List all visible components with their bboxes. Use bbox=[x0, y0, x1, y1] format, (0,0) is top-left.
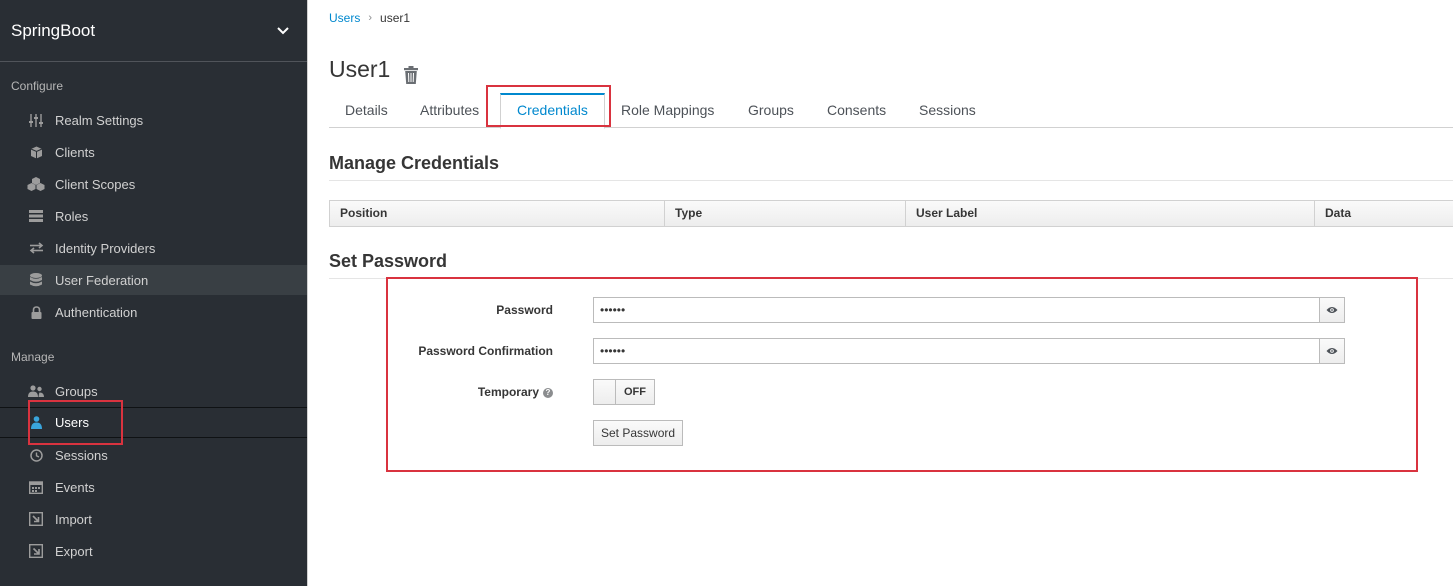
exchange-icon bbox=[27, 241, 45, 255]
section-title-manage: Manage bbox=[11, 350, 55, 364]
column-header-data[interactable]: Data bbox=[1315, 201, 1453, 226]
show-password-button[interactable] bbox=[1319, 297, 1345, 323]
sidebar-item-events[interactable]: Events bbox=[0, 472, 307, 502]
page-title-text: User1 bbox=[329, 56, 391, 82]
sidebar-item-clients[interactable]: Clients bbox=[0, 137, 307, 167]
password-confirmation-input[interactable]: •••••• bbox=[593, 338, 1320, 364]
cube-icon bbox=[27, 145, 45, 159]
toggle-state: OFF bbox=[616, 380, 654, 404]
breadcrumb-link-users[interactable]: Users bbox=[329, 11, 360, 25]
sidebar-item-sessions[interactable]: Sessions bbox=[0, 440, 307, 470]
realm-selector[interactable]: SpringBoot bbox=[0, 0, 307, 62]
sidebar-item-user-federation[interactable]: User Federation bbox=[0, 265, 307, 295]
breadcrumb-separator-icon: › bbox=[368, 12, 373, 24]
sidebar-item-label: Realm Settings bbox=[55, 112, 144, 128]
user-icon bbox=[27, 416, 45, 430]
sidebar-item-label: Users bbox=[55, 415, 89, 430]
sidebar-item-label: Authentication bbox=[55, 304, 138, 320]
sidebar-item-authentication[interactable]: Authentication bbox=[0, 297, 307, 327]
password-confirmation-label: Password Confirmation bbox=[418, 344, 553, 358]
sidebar-item-label: Clients bbox=[55, 144, 95, 160]
sidebar-item-label: Export bbox=[55, 543, 93, 559]
tab-groups[interactable]: Groups bbox=[732, 93, 810, 128]
trash-icon[interactable] bbox=[404, 63, 419, 84]
page-title: User1 bbox=[329, 56, 419, 84]
sidebar-item-label: Roles bbox=[55, 208, 89, 224]
calendar-icon bbox=[27, 480, 45, 494]
temporary-row: Temporary? OFF bbox=[308, 379, 1453, 405]
breadcrumb: Users › user1 bbox=[329, 11, 410, 25]
sidebar-item-roles[interactable]: Roles bbox=[0, 201, 307, 231]
sidebar-item-label: Sessions bbox=[55, 447, 108, 463]
realm-name: SpringBoot bbox=[11, 20, 96, 40]
sidebar-item-label: Client Scopes bbox=[55, 176, 136, 192]
import-icon bbox=[27, 512, 45, 526]
database-icon bbox=[27, 273, 45, 287]
tab-role-mappings[interactable]: Role Mappings bbox=[605, 93, 730, 128]
password-confirmation-row: Password Confirmation •••••• bbox=[308, 338, 1453, 364]
tab-details[interactable]: Details bbox=[329, 93, 404, 128]
toggle-knob bbox=[594, 380, 616, 404]
temporary-label-text: Temporary bbox=[477, 385, 539, 399]
sidebar-item-users[interactable]: Users bbox=[0, 407, 307, 438]
users-icon bbox=[27, 384, 45, 398]
tab-attributes[interactable]: Attributes bbox=[404, 93, 495, 128]
column-header-position[interactable]: Position bbox=[330, 201, 665, 226]
sidebar-item-export[interactable]: Export bbox=[0, 536, 307, 566]
chevron-down-icon bbox=[277, 24, 289, 38]
sidebar-item-import[interactable]: Import bbox=[0, 504, 307, 534]
set-password-button[interactable]: Set Password bbox=[593, 420, 684, 446]
lock-icon bbox=[27, 305, 45, 319]
sidebar-item-label: Groups bbox=[55, 383, 98, 399]
sidebar-item-realm-settings[interactable]: Realm Settings bbox=[0, 105, 307, 135]
cubes-icon bbox=[27, 177, 45, 191]
section-title-configure: Configure bbox=[11, 79, 64, 93]
clock-icon bbox=[27, 448, 45, 462]
help-icon[interactable]: ? bbox=[543, 387, 553, 398]
sidebar-item-client-scopes[interactable]: Client Scopes bbox=[0, 169, 307, 199]
sidebar-item-label: Events bbox=[55, 479, 95, 495]
tabs: Details Attributes Credentials Role Mapp… bbox=[329, 93, 1453, 129]
temporary-toggle[interactable]: OFF bbox=[593, 379, 655, 405]
sidebar-item-groups[interactable]: Groups bbox=[0, 376, 307, 406]
temporary-label: Temporary? bbox=[478, 379, 553, 405]
tab-consents[interactable]: Consents bbox=[811, 93, 902, 128]
password-input[interactable]: •••••• bbox=[593, 297, 1320, 323]
export-icon bbox=[27, 544, 45, 558]
breadcrumb-current: user1 bbox=[380, 11, 411, 25]
set-password-title: Set Password bbox=[329, 251, 1453, 279]
eye-icon bbox=[1326, 342, 1338, 360]
sidebar-item-label: Identity Providers bbox=[55, 240, 156, 256]
sidebar-item-identity-providers[interactable]: Identity Providers bbox=[0, 233, 307, 263]
credentials-table-header: Position Type User Label Data bbox=[329, 200, 1453, 227]
manage-credentials-title: Manage Credentials bbox=[329, 153, 1453, 181]
tab-credentials[interactable]: Credentials bbox=[500, 93, 605, 129]
column-header-type[interactable]: Type bbox=[665, 201, 906, 226]
tab-sessions[interactable]: Sessions bbox=[903, 93, 992, 128]
sidebar-item-label: Import bbox=[55, 511, 92, 527]
sliders-icon bbox=[27, 113, 45, 127]
sidebar: SpringBoot Configure Realm Settings Clie… bbox=[0, 0, 307, 586]
list-icon bbox=[27, 209, 45, 223]
sidebar-item-label: User Federation bbox=[55, 272, 149, 288]
eye-icon bbox=[1326, 301, 1338, 319]
password-label: Password bbox=[496, 303, 553, 317]
password-row: Password •••••• bbox=[308, 297, 1453, 323]
column-header-user-label[interactable]: User Label bbox=[906, 201, 1315, 226]
main-content: Users › user1 User1 Details Attributes C… bbox=[307, 0, 1453, 586]
set-password-row: Set Password bbox=[308, 420, 1453, 446]
show-password-confirmation-button[interactable] bbox=[1319, 338, 1345, 364]
